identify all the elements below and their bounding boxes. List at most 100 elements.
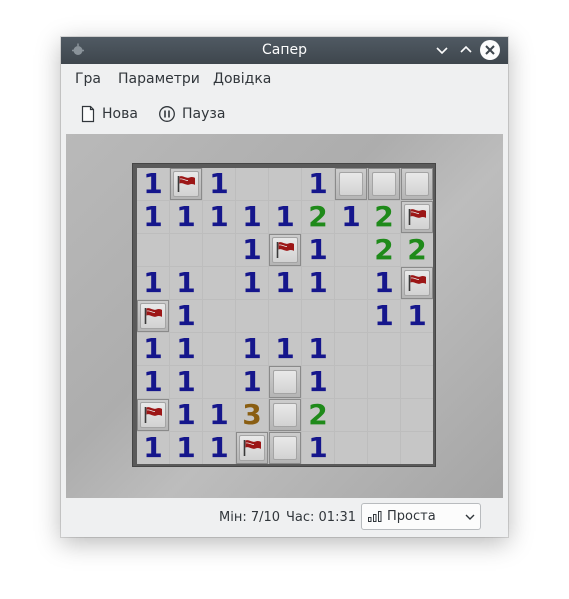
flag-icon [276,242,294,258]
number-cell[interactable]: 1 [269,201,301,233]
difficulty-label: Проста [387,509,436,524]
number-cell[interactable]: 1 [137,201,169,233]
number-cell[interactable]: 1 [368,267,400,299]
cell-number: 1 [374,299,394,332]
number-cell[interactable]: 1 [137,366,169,398]
number-cell[interactable]: 2 [302,201,334,233]
empty-cell[interactable] [368,333,400,365]
flagged-cell[interactable] [137,300,169,332]
number-cell[interactable]: 1 [170,201,202,233]
number-cell[interactable]: 1 [302,267,334,299]
number-cell[interactable]: 1 [236,201,268,233]
empty-cell[interactable] [368,399,400,431]
menu-settings[interactable]: Параметри [118,71,200,87]
empty-cell[interactable] [368,366,400,398]
menu-game[interactable]: Гра [75,71,101,87]
cell-number: 1 [176,200,196,233]
flagged-cell[interactable] [269,234,301,266]
menu-help[interactable]: Довідка [213,71,271,87]
title-bar[interactable]: Сапер [61,37,508,64]
empty-cell[interactable] [203,333,235,365]
number-cell[interactable]: 1 [236,234,268,266]
number-cell[interactable]: 1 [335,201,367,233]
cell-number: 1 [308,266,328,299]
empty-cell[interactable] [335,399,367,431]
number-cell[interactable]: 1 [137,267,169,299]
number-cell[interactable]: 1 [368,300,400,332]
empty-cell[interactable] [203,234,235,266]
number-cell[interactable]: 1 [170,300,202,332]
cell-number: 1 [143,167,163,200]
empty-cell[interactable] [137,234,169,266]
empty-cell[interactable] [335,432,367,464]
closed-cell[interactable] [269,432,301,464]
empty-cell[interactable] [269,168,301,200]
number-cell[interactable]: 1 [302,168,334,200]
number-cell[interactable]: 1 [236,366,268,398]
time-counter: Час: 01:31 [286,510,357,525]
empty-cell[interactable] [335,234,367,266]
empty-cell[interactable] [401,399,433,431]
number-cell[interactable]: 1 [170,366,202,398]
number-cell[interactable]: 1 [269,333,301,365]
flagged-cell[interactable] [401,267,433,299]
empty-cell[interactable] [335,333,367,365]
number-cell[interactable]: 1 [302,432,334,464]
empty-cell[interactable] [269,300,301,332]
number-cell[interactable]: 1 [203,168,235,200]
flagged-cell[interactable] [236,432,268,464]
empty-cell[interactable] [368,432,400,464]
flagged-cell[interactable] [137,399,169,431]
number-cell[interactable]: 1 [203,201,235,233]
empty-cell[interactable] [401,366,433,398]
number-cell[interactable]: 1 [302,234,334,266]
minimize-icon[interactable] [432,40,452,60]
empty-cell[interactable] [236,300,268,332]
new-game-button[interactable]: Нова [80,103,138,125]
empty-cell[interactable] [236,168,268,200]
number-cell[interactable]: 2 [368,234,400,266]
number-cell[interactable]: 1 [236,333,268,365]
empty-cell[interactable] [335,267,367,299]
number-cell[interactable]: 1 [269,267,301,299]
number-cell[interactable]: 3 [236,399,268,431]
empty-cell[interactable] [203,366,235,398]
empty-cell[interactable] [335,366,367,398]
closed-cell[interactable] [335,168,367,200]
closed-cell[interactable] [401,168,433,200]
pause-button[interactable]: Пауза [158,103,225,125]
empty-cell[interactable] [401,432,433,464]
closed-cell[interactable] [368,168,400,200]
number-cell[interactable]: 1 [170,267,202,299]
number-cell[interactable]: 1 [170,399,202,431]
number-cell[interactable]: 1 [203,399,235,431]
number-cell[interactable]: 1 [137,333,169,365]
closed-cell[interactable] [269,399,301,431]
difficulty-select[interactable]: Проста [361,503,481,530]
number-cell[interactable]: 1 [302,366,334,398]
number-cell[interactable]: 1 [236,267,268,299]
empty-cell[interactable] [335,300,367,332]
number-cell[interactable]: 1 [170,333,202,365]
number-cell[interactable]: 2 [368,201,400,233]
flagged-cell[interactable] [170,168,202,200]
flagged-cell[interactable] [401,201,433,233]
closed-cell[interactable] [269,366,301,398]
number-cell[interactable]: 1 [302,333,334,365]
number-cell[interactable]: 1 [401,300,433,332]
number-cell[interactable]: 1 [137,168,169,200]
number-cell[interactable]: 2 [401,234,433,266]
empty-cell[interactable] [170,234,202,266]
cell-number: 1 [341,200,361,233]
number-cell[interactable]: 2 [302,399,334,431]
empty-cell[interactable] [302,300,334,332]
empty-cell[interactable] [203,300,235,332]
cell-number: 1 [308,431,328,464]
empty-cell[interactable] [203,267,235,299]
maximize-icon[interactable] [456,40,476,60]
number-cell[interactable]: 1 [203,432,235,464]
number-cell[interactable]: 1 [137,432,169,464]
empty-cell[interactable] [401,333,433,365]
number-cell[interactable]: 1 [170,432,202,464]
close-icon[interactable] [480,40,500,60]
